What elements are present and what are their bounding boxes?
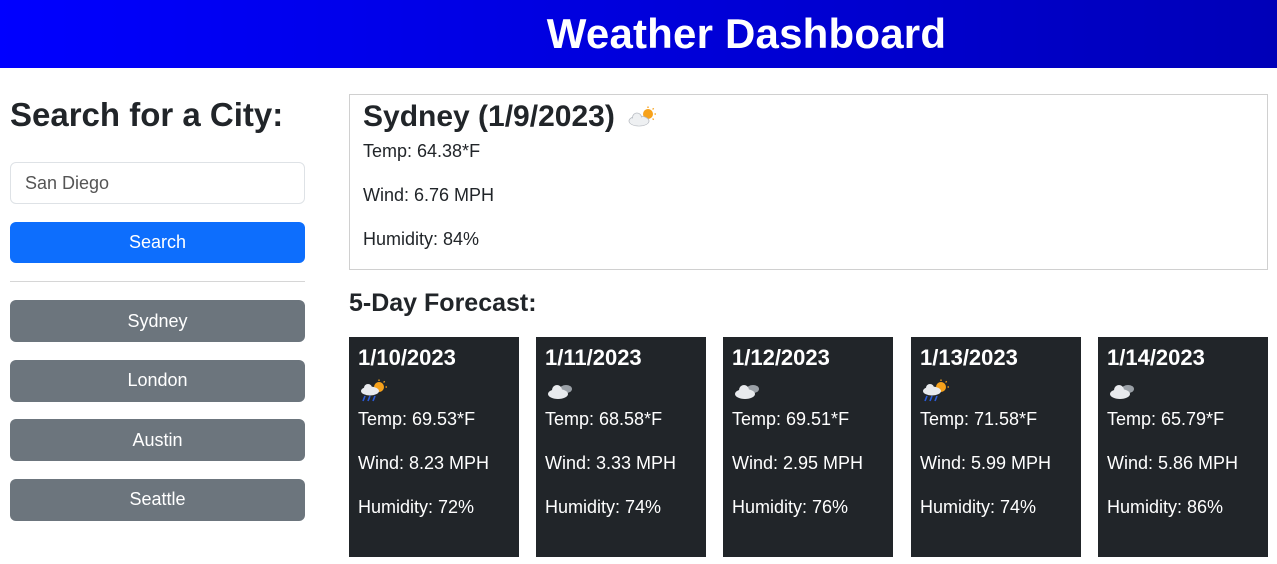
forecast-humidity: Humidity: 74%: [545, 497, 662, 517]
history-button-sydney[interactable]: Sydney: [10, 300, 305, 342]
search-history: Sydney London Austin Seattle: [10, 300, 305, 521]
forecast-card-day3: 1/12/2023 Temp: 69.51*F Wind: 2.95 MPH H…: [723, 337, 893, 557]
cloud-icon: [1110, 385, 1134, 399]
cloud-icon: [548, 385, 572, 399]
forecast-temp: Temp: 68.58*F: [545, 409, 663, 429]
forecast-humidity: Humidity: 72%: [358, 497, 475, 517]
forecast-wind: Wind: 8.23 MPH: [358, 453, 490, 473]
forecast-card-day2: 1/11/2023 Temp: 68.58*F Wind: 3.33 MPH H…: [536, 337, 706, 557]
sidebar: Search for a City: Search Sydney London …: [10, 68, 305, 538]
current-weather-title: Sydney (1/9/2023): [363, 97, 1254, 137]
forecast-temp: Temp: 71.58*F: [920, 409, 1038, 429]
forecast-humidity: Humidity: 86%: [1107, 497, 1224, 517]
forecast-temp: Temp: 69.53*F: [358, 409, 476, 429]
forecast-date: 1/10/2023: [358, 345, 456, 370]
forecast-temp: Temp: 65.79*F: [1107, 409, 1225, 429]
forecast-card-day4: 1/13/2023 Temp: 71.58*F Wind: 5.99 MPH H…: [911, 337, 1081, 557]
city-search-input[interactable]: [10, 162, 305, 204]
forecast-heading: 5-Day Forecast:: [349, 289, 537, 317]
forecast-card-day1: 1/10/2023 Temp: 69.53*F Wind: 8.23 MPH H…: [349, 337, 519, 557]
forecast-temp: Temp: 69.51*F: [732, 409, 850, 429]
history-button-seattle[interactable]: Seattle: [10, 478, 305, 521]
partly-cloudy-icon: [628, 106, 656, 127]
forecast-humidity: Humidity: 76%: [732, 497, 849, 517]
history-button-austin[interactable]: Austin: [10, 419, 305, 461]
search-heading: Search for a City:: [10, 96, 284, 133]
forecast-card-day5: 1/14/2023 Temp: 65.79*F Wind: 5.86 MPH H…: [1098, 337, 1268, 557]
forecast-wind: Wind: 2.95 MPH: [732, 453, 864, 473]
current-wind: Wind: 6.76 MPH: [363, 185, 495, 205]
forecast-wind: Wind: 5.99 MPH: [920, 453, 1052, 473]
page-title: Weather Dashboard: [546, 10, 947, 57]
forecast-wind: Wind: 3.33 MPH: [545, 453, 677, 473]
header-bar: Weather Dashboard: [0, 0, 1277, 68]
history-button-london[interactable]: London: [10, 359, 305, 402]
cloud-icon: [735, 385, 759, 399]
search-button[interactable]: Search: [10, 222, 305, 263]
forecast-date: 1/11/2023: [545, 345, 642, 370]
forecast-date: 1/14/2023: [1107, 345, 1205, 370]
rain-sun-icon: [361, 379, 387, 402]
current-humidity: Humidity: 84%: [363, 229, 480, 249]
current-city-date: Sydney (1/9/2023): [363, 100, 615, 133]
forecast-wind: Wind: 5.86 MPH: [1107, 453, 1239, 473]
forecast-date: 1/13/2023: [920, 345, 1018, 370]
rain-sun-icon: [923, 379, 949, 402]
current-weather-panel: Sydney (1/9/2023) Temp: 64.38*F Wind: 6.…: [349, 94, 1268, 270]
current-temp: Temp: 64.38*F: [363, 141, 481, 161]
sidebar-divider: [10, 281, 305, 282]
forecast-humidity: Humidity: 74%: [920, 497, 1037, 517]
forecast-date: 1/12/2023: [732, 345, 830, 370]
